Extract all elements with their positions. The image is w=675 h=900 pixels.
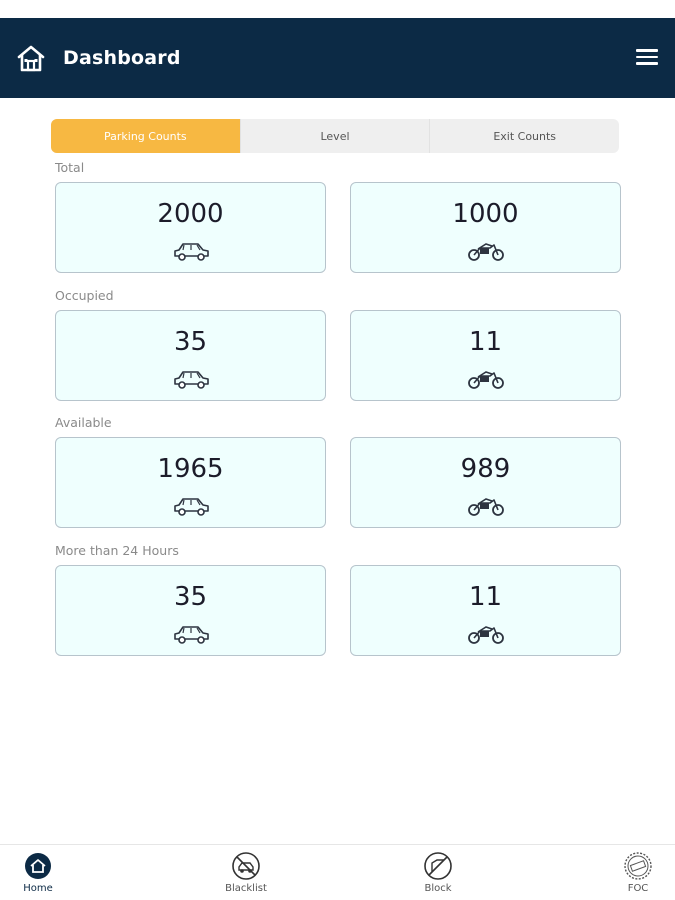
nav-foc[interactable]: FOC bbox=[598, 845, 675, 900]
over24-car-card[interactable]: 35 bbox=[55, 565, 326, 656]
nav-home-label: Home bbox=[23, 883, 53, 894]
occupied-car-card[interactable]: 35 bbox=[55, 310, 326, 401]
tab-level[interactable]: Level bbox=[241, 119, 431, 153]
available-car-count: 1965 bbox=[157, 454, 224, 484]
over24-car-count: 35 bbox=[173, 582, 208, 612]
available-bike-count: 989 bbox=[460, 454, 511, 484]
status-bar bbox=[0, 0, 675, 18]
home-icon bbox=[25, 853, 51, 879]
page-title: Dashboard bbox=[63, 47, 181, 69]
tab-exit-counts[interactable]: Exit Counts bbox=[430, 119, 619, 153]
occupied-car-count: 35 bbox=[173, 327, 208, 357]
over24-bike-count: 11 bbox=[468, 582, 503, 612]
nav-foc-label: FOC bbox=[627, 883, 649, 894]
total-car-card[interactable]: 2000 bbox=[55, 182, 326, 273]
car-icon bbox=[173, 626, 209, 644]
total-bike-card[interactable]: 1000 bbox=[350, 182, 621, 273]
motorbike-icon bbox=[467, 371, 504, 389]
occupied-bike-card[interactable]: 11 bbox=[350, 310, 621, 401]
tab-parking-counts[interactable]: Parking Counts bbox=[51, 119, 241, 153]
app-header: Dashboard bbox=[0, 18, 675, 98]
nav-blacklist[interactable]: Blacklist bbox=[206, 845, 286, 900]
nav-block-label: Block bbox=[424, 883, 452, 894]
nav-blacklist-label: Blacklist bbox=[225, 883, 267, 894]
car-icon bbox=[173, 243, 209, 261]
blacklist-icon bbox=[232, 852, 260, 880]
total-bike-count: 1000 bbox=[452, 199, 519, 229]
menu-line bbox=[636, 55, 658, 58]
free-icon bbox=[624, 852, 652, 880]
available-car-card[interactable]: 1965 bbox=[55, 437, 326, 528]
available-bike-card[interactable]: 989 bbox=[350, 437, 621, 528]
bottom-nav: Home Blacklist Block FOC bbox=[0, 844, 675, 900]
hamburger-menu-icon bbox=[636, 49, 658, 52]
motorbike-icon bbox=[467, 243, 504, 261]
over24-bike-card[interactable]: 11 bbox=[350, 565, 621, 656]
motorbike-icon bbox=[467, 498, 504, 516]
nav-home[interactable]: Home bbox=[0, 845, 78, 900]
occupied-bike-count: 11 bbox=[468, 327, 503, 357]
home-icon bbox=[17, 45, 45, 72]
total-car-count: 2000 bbox=[157, 199, 224, 229]
nav-block[interactable]: Block bbox=[398, 845, 478, 900]
hamburger-menu-button[interactable] bbox=[634, 45, 660, 69]
menu-line bbox=[636, 62, 658, 65]
car-icon bbox=[173, 498, 209, 516]
section-label-over-24-hours: More than 24 Hours bbox=[55, 543, 179, 558]
section-label-occupied: Occupied bbox=[55, 288, 114, 303]
section-label-total: Total bbox=[55, 160, 85, 175]
section-label-available: Available bbox=[55, 415, 112, 430]
car-icon bbox=[173, 371, 209, 389]
block-icon bbox=[424, 852, 452, 880]
count-tabs: Parking Counts Level Exit Counts bbox=[51, 119, 619, 153]
motorbike-icon bbox=[467, 626, 504, 644]
header-home-button[interactable] bbox=[15, 42, 47, 74]
